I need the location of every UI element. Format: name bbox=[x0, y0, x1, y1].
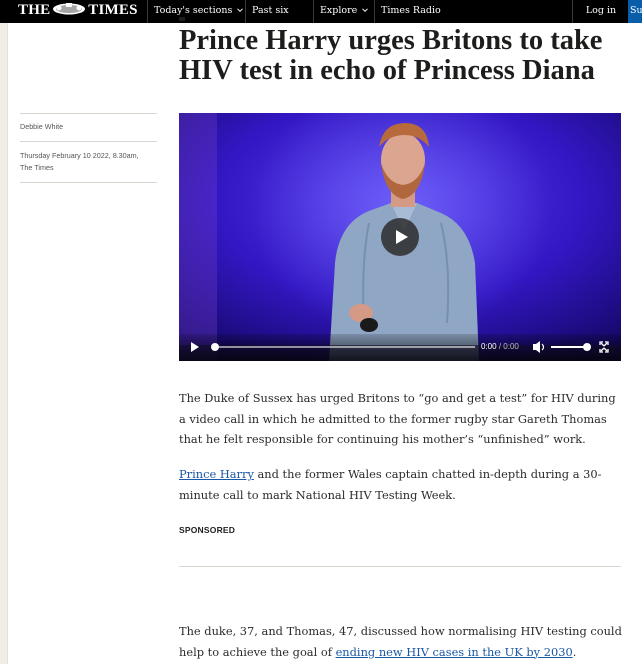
duration: 0:00 bbox=[503, 342, 519, 351]
volume-slider[interactable] bbox=[551, 343, 591, 351]
play-button[interactable] bbox=[381, 218, 419, 256]
seek-bar[interactable] bbox=[211, 343, 475, 351]
nav-past-six-days[interactable]: Past six days bbox=[245, 0, 313, 38]
nav-item-label: Times Radio bbox=[381, 5, 441, 16]
article-paragraph-2: Prince Harry and the former Wales captai… bbox=[179, 464, 625, 505]
play-icon bbox=[396, 230, 408, 244]
left-gutter bbox=[0, 23, 8, 664]
times-logo[interactable]: THE TIMES bbox=[18, 2, 138, 19]
byline-divider bbox=[20, 113, 157, 114]
article-paragraph-3: The duke, 37, and Thomas, 47, discussed … bbox=[179, 621, 625, 662]
nav-item-label: Explore bbox=[320, 5, 358, 16]
hiv-cases-link[interactable]: ending new HIV cases in the UK by 2030 bbox=[336, 645, 573, 659]
logo-text-left: THE bbox=[18, 2, 51, 18]
chevron-down-icon bbox=[237, 8, 244, 13]
subscribe-button[interactable]: Subscribe bbox=[628, 0, 642, 23]
seek-handle[interactable] bbox=[211, 343, 219, 351]
paragraph-text: . bbox=[572, 644, 577, 659]
sponsored-label: SPONSORED bbox=[179, 525, 236, 535]
nav-times-radio[interactable]: Times Radio bbox=[374, 0, 444, 23]
video-time-display: 0:00 / 0:00 bbox=[481, 342, 519, 351]
control-play-icon[interactable] bbox=[191, 342, 199, 352]
chevron-down-icon bbox=[362, 8, 369, 13]
login-button[interactable]: Log in bbox=[572, 0, 629, 23]
fullscreen-icon[interactable] bbox=[599, 341, 609, 353]
top-nav-bar: THE TIMES Today's sections Past six days… bbox=[0, 0, 642, 38]
time-separator: / bbox=[498, 342, 502, 351]
section-divider bbox=[179, 566, 621, 567]
author-name[interactable]: Debbie White bbox=[20, 121, 157, 133]
article-paragraph-1: The Duke of Sussex has urged Britons to … bbox=[179, 391, 616, 446]
publish-date: Thursday February 10 2022, 8.30am, The T… bbox=[20, 151, 139, 172]
section-marker bbox=[179, 17, 185, 21]
prince-harry-link[interactable]: Prince Harry bbox=[179, 467, 254, 481]
current-time: 0:00 bbox=[481, 342, 497, 351]
logo-text-right: TIMES bbox=[88, 2, 138, 18]
article-headline: Prince Harry urges Britons to take HIV t… bbox=[179, 25, 603, 86]
nav-item-label: Today's sections bbox=[154, 5, 233, 16]
nav-todays-sections[interactable]: Today's sections bbox=[147, 0, 245, 23]
volume-icon[interactable] bbox=[533, 341, 545, 353]
byline-divider bbox=[20, 182, 157, 183]
video-controls bbox=[179, 334, 621, 361]
byline-divider bbox=[20, 141, 157, 142]
video-controls-graphics bbox=[191, 341, 609, 353]
nav-explore[interactable]: Explore bbox=[313, 0, 374, 23]
crest-icon bbox=[53, 3, 86, 15]
volume-handle[interactable] bbox=[583, 343, 591, 351]
